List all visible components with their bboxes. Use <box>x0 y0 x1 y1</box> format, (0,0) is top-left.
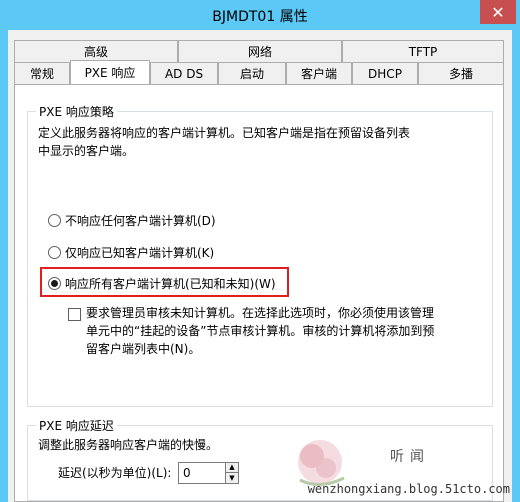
delay-label: 延迟(以秒为单位)(L): <box>58 466 172 480</box>
tab-general[interactable]: 常规 <box>14 62 70 84</box>
radio-label: 仅响应已知客户端计算机(K) <box>65 246 215 260</box>
pxe-response-policy-group: PXE 响应策略 定义此服务器将响应的客户端计算机。已知客户端是指在预留设备列表… <box>27 103 493 407</box>
radio-label: 不响应任何客户端计算机(D) <box>65 214 216 228</box>
policy-legend: PXE 响应策略 <box>36 103 117 120</box>
tab-row-top: 高级 网络 TFTP <box>14 40 504 62</box>
delay-seconds-input[interactable]: 0 <box>178 462 226 484</box>
watermark-text: wenzhongxiang.blog.51cto.com <box>307 482 510 496</box>
require-approval-label[interactable]: 要求管理员审核未知计算机。在选择此选项时，你必须使用该管理 单元中的“挂起的设备… <box>86 304 434 358</box>
radio-button[interactable] <box>48 214 61 227</box>
tab-clients[interactable]: 客户端 <box>286 62 352 84</box>
watermark-cn: 听闻 <box>390 449 430 465</box>
close-icon: ✕ <box>491 2 505 22</box>
window-title: BJMDT01 属性 <box>212 9 308 25</box>
tab-network[interactable]: 网络 <box>178 40 342 62</box>
policy-description: 定义此服务器将响应的客户端计算机。已知客户端是指在预留设备列表 中显示的客户端。 <box>38 124 410 160</box>
delay-spinner[interactable]: ▲ ▼ <box>225 462 239 484</box>
approval-line1: 要求管理员审核未知计算机。在选择此选项时，你必须使用该管理 <box>86 306 435 320</box>
tab-boot[interactable]: 启动 <box>218 62 286 84</box>
radio-known-only[interactable]: 仅响应已知客户端计算机(K) <box>48 244 214 261</box>
approval-line3: 留客户端列表中(N)。 <box>86 342 201 356</box>
tab-row-bottom: 常规 PXE 响应 AD DS 启动 客户端 DHCP 多播 <box>14 60 504 84</box>
approval-line2: 单元中的“挂起的设备”节点审核计算机。审核的计算机将添加到预 <box>86 324 435 338</box>
watermark: 听闻 wenzhongxiang.blog.51cto.com <box>260 412 520 502</box>
tab-dhcp[interactable]: DHCP <box>352 62 418 84</box>
tab-multicast[interactable]: 多播 <box>418 62 504 84</box>
radio-no-response[interactable]: 不响应任何客户端计算机(D) <box>48 212 216 229</box>
title-bar: BJMDT01 属性 ✕ <box>0 0 520 30</box>
delay-legend: PXE 响应延迟 <box>36 417 117 434</box>
close-button[interactable]: ✕ <box>480 0 516 24</box>
tab-ad-ds[interactable]: AD DS <box>150 62 218 84</box>
radio-selected-dot <box>51 280 58 287</box>
require-approval-checkbox[interactable] <box>68 308 81 321</box>
policy-description-line1: 定义此服务器将响应的客户端计算机。已知客户端是指在预留设备列表 <box>38 126 411 140</box>
radio-button[interactable] <box>48 246 61 259</box>
radio-button[interactable] <box>48 277 61 290</box>
spinner-down-icon[interactable]: ▼ <box>226 473 238 483</box>
radio-label: 响应所有客户端计算机(已知和未知)(W) <box>65 277 276 291</box>
tab-pxe-response[interactable]: PXE 响应 <box>70 60 150 84</box>
policy-description-line2: 中显示的客户端。 <box>38 144 135 158</box>
delay-description: 调整此服务器响应客户端的快慢。 <box>38 438 219 452</box>
spinner-up-icon[interactable]: ▲ <box>226 463 238 473</box>
tab-advanced[interactable]: 高级 <box>14 40 178 62</box>
radio-all-clients[interactable]: 响应所有客户端计算机(已知和未知)(W) <box>48 275 276 292</box>
tab-tftp[interactable]: TFTP <box>342 40 504 62</box>
